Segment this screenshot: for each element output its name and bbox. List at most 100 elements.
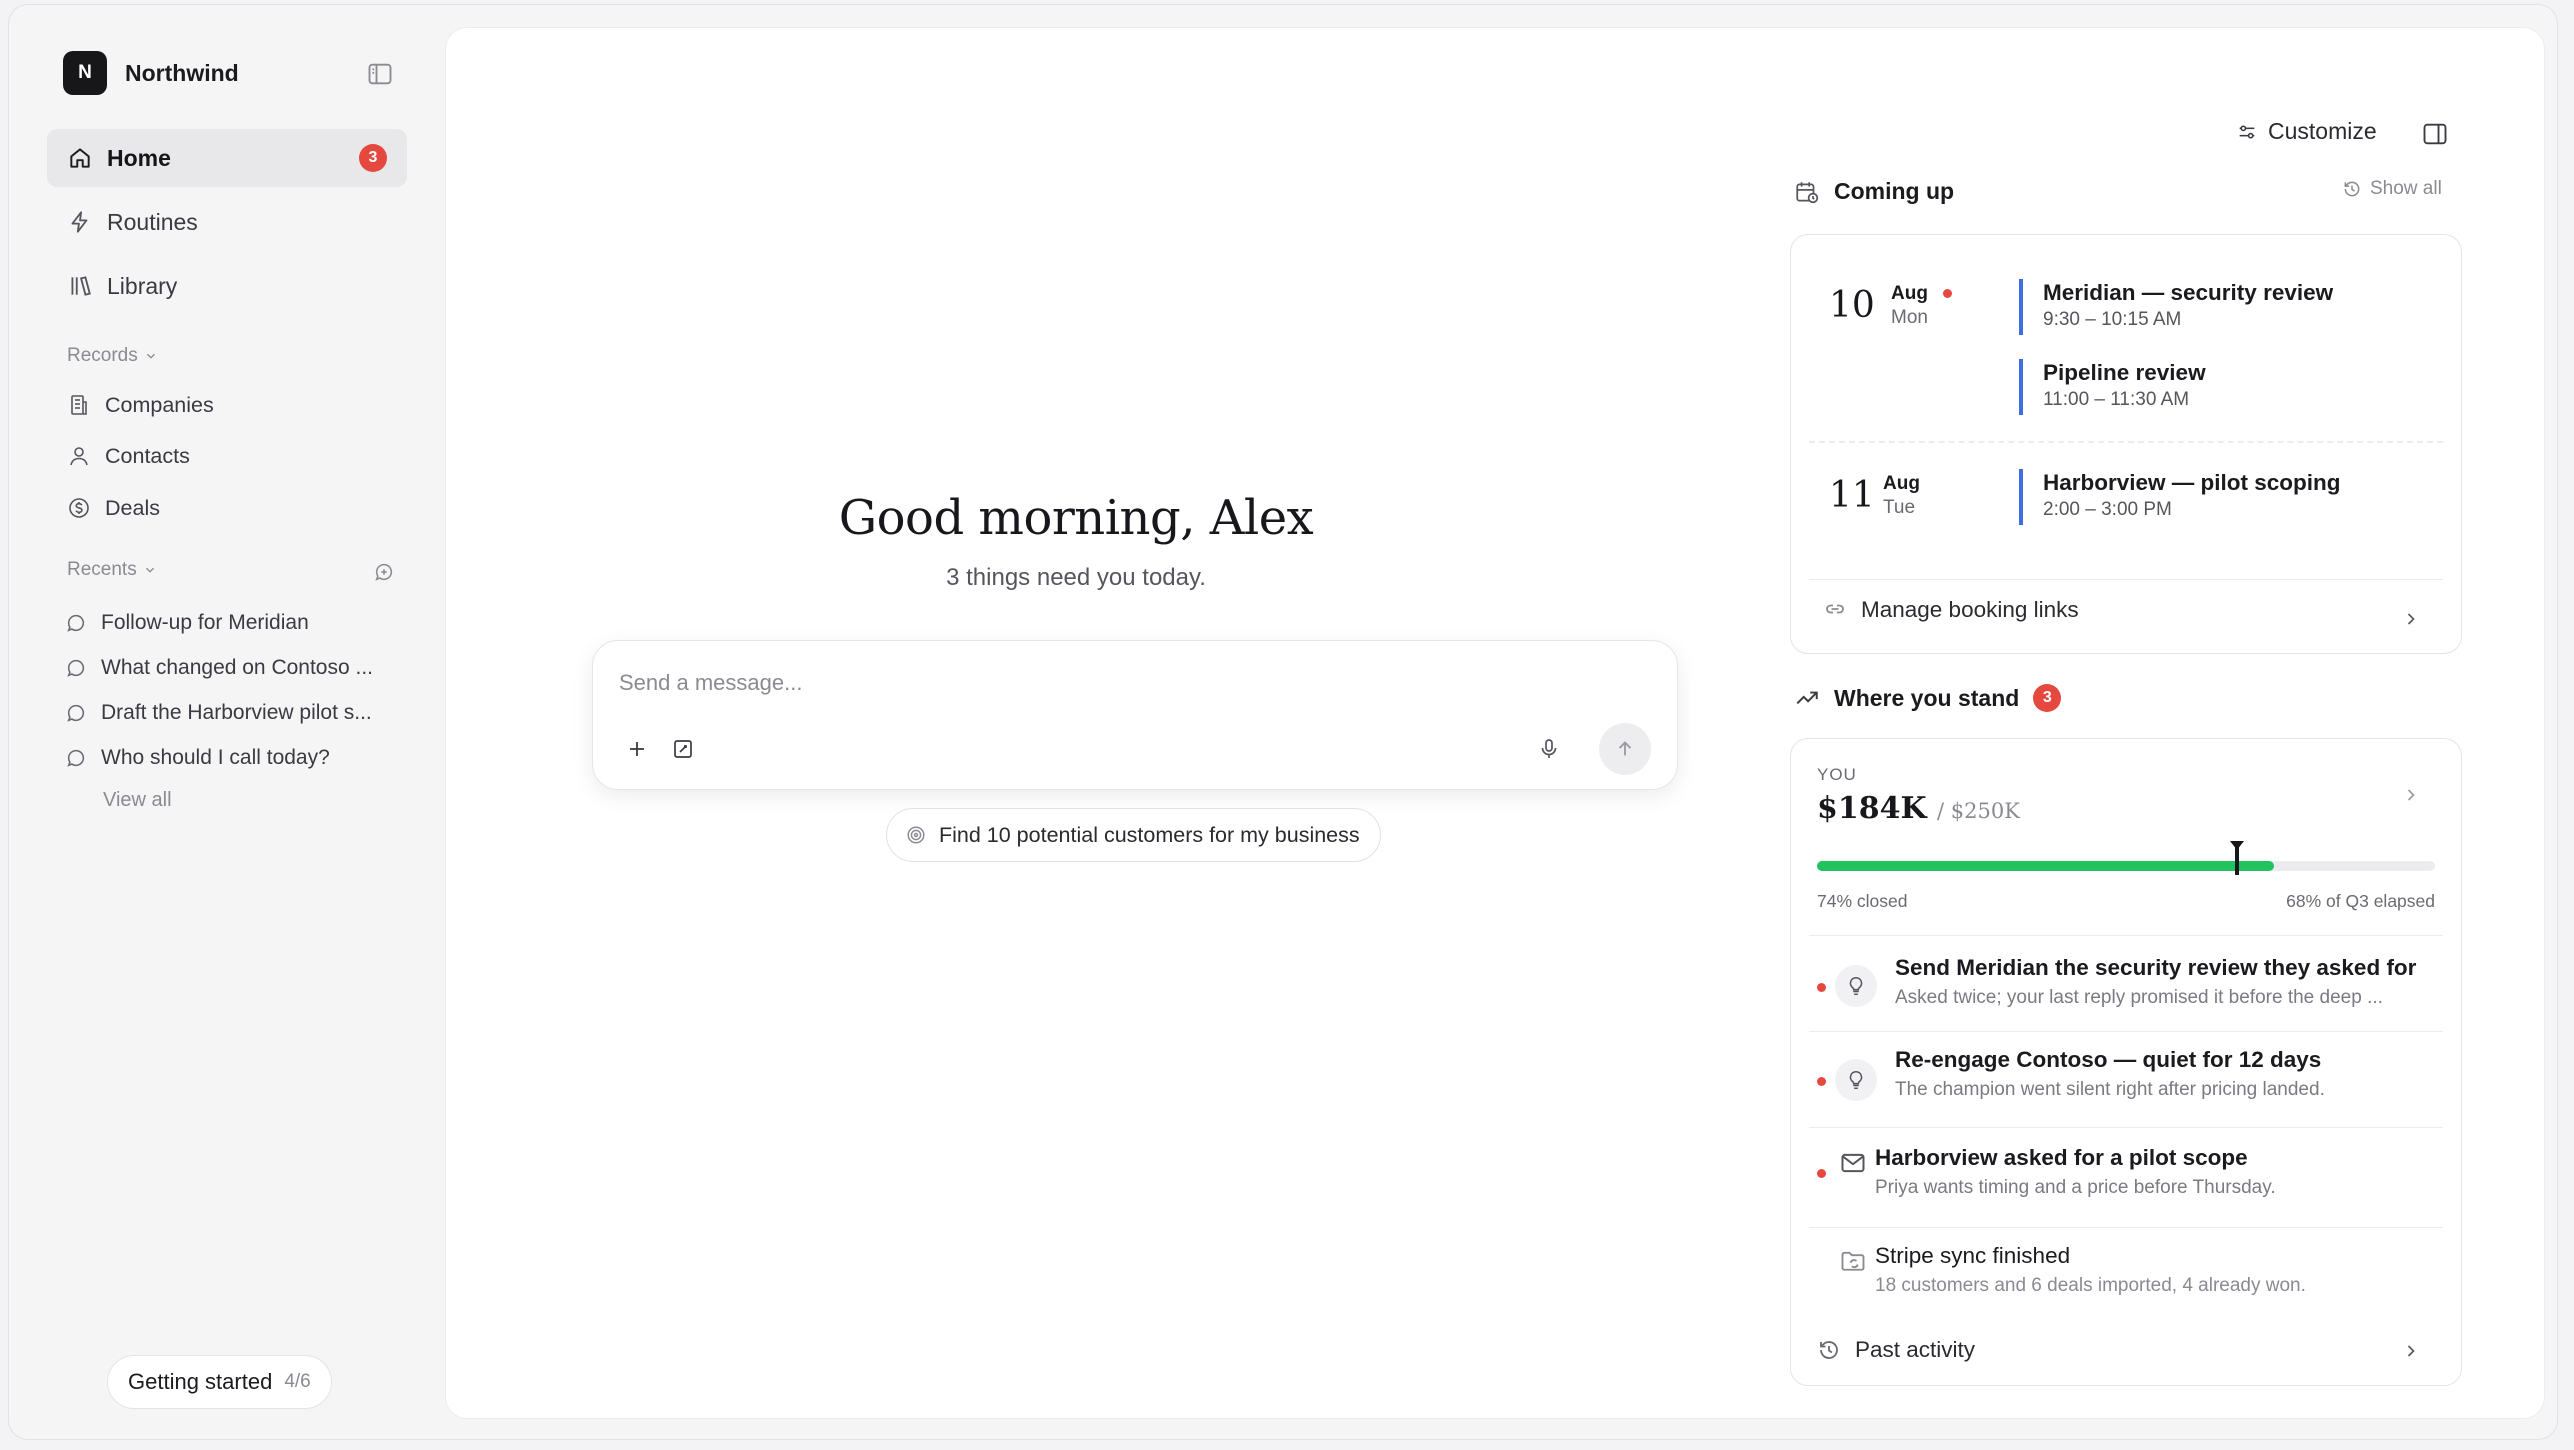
records-section-toggle[interactable]: Records [67, 345, 158, 367]
message-composer [592, 640, 1678, 790]
send-button[interactable] [1599, 723, 1651, 775]
arrow-up-icon [1618, 741, 1632, 756]
quota-target: / $250K [1937, 799, 2020, 823]
show-all-link[interactable]: Show all [2342, 178, 2442, 200]
link-icon [1826, 604, 1844, 614]
suggestion-chip[interactable]: Find 10 potential customers for my busin… [886, 808, 1381, 862]
main-nav: Home 3 Routines Library [47, 129, 407, 321]
activity-title: Send Meridian the security review they a… [1895, 955, 2417, 980]
greeting-heading: Good morning, Alex [838, 490, 1314, 546]
day-number: 11 [1829, 475, 1875, 516]
activity-item[interactable]: Harborview asked for a pilot scope Priya… [1791, 1127, 2461, 1223]
customize-label: Customize [2268, 118, 2377, 144]
suggestion-text: Find 10 potential customers for my busin… [939, 822, 1360, 847]
chat-bubble-icon [67, 704, 85, 722]
message-input[interactable] [619, 665, 1599, 701]
nav-item-home[interactable]: Home 3 [47, 129, 407, 187]
chevron-down-icon [145, 567, 154, 573]
history-icon [1820, 1341, 1838, 1359]
records-item-contacts[interactable]: Contacts [67, 436, 190, 476]
recents-section-toggle[interactable]: Recents [67, 559, 157, 581]
recent-chat-item[interactable]: Follow-up for Meridian [65, 605, 405, 641]
where-you-stand-heading: Where you stand 3 [1794, 684, 2062, 712]
day-number: 10 [1829, 285, 1875, 326]
past-activity-label: Past activity [1855, 1337, 1976, 1362]
main-content: Good morning, Alex 3 things need you tod… [445, 27, 2545, 1419]
add-attachment-icon[interactable] [619, 731, 655, 767]
past-activity-button[interactable]: Past activity [1817, 1337, 1975, 1363]
calendar-event[interactable]: Meridian — security review 9:30 – 10:15 … [2019, 279, 2333, 335]
compose-tool-icon[interactable] [665, 731, 701, 767]
unread-dot [1817, 983, 1826, 992]
nav-label: Routines [107, 208, 198, 235]
customize-button[interactable]: Customize [2236, 118, 2377, 145]
closed-amount: $184K [1817, 791, 1927, 826]
event-time: 2:00 – 3:00 PM [2043, 499, 2172, 520]
event-time: 11:00 – 11:30 AM [2043, 389, 2190, 410]
closed-percent-label: 74% closed [1817, 891, 1908, 911]
quota-summary[interactable]: YOU $184K / $250K 74% closed 68% of Q3 e… [1791, 739, 2461, 931]
getting-started-label: Getting started [128, 1369, 273, 1394]
history-icon [2344, 181, 2360, 197]
day-weekday: Mon [1891, 307, 1928, 328]
getting-started-button[interactable]: Getting started 4/6 [107, 1355, 332, 1409]
recent-chat-title: What changed on Contoso ... [101, 656, 374, 679]
past-activity-row[interactable]: Past activity [1791, 1317, 2461, 1385]
records-item-label: Deals [105, 495, 160, 520]
records-item-label: Companies [105, 392, 214, 417]
manage-booking-links-button[interactable]: Manage booking links [1823, 597, 2079, 623]
calendar-clock-icon [1796, 181, 1819, 203]
recent-chat-item[interactable]: What changed on Contoso ... [65, 650, 405, 686]
new-chat-icon[interactable] [373, 561, 395, 583]
records-item-label: Contacts [105, 443, 190, 468]
sidebar: N Northwind Home 3 Routines Library Reco… [9, 5, 445, 1439]
calendar-event[interactable]: Pipeline review 11:00 – 11:30 AM [2019, 359, 2206, 415]
event-title: Harborview — pilot scoping [2043, 470, 2341, 495]
records-item-companies[interactable]: Companies [67, 385, 214, 425]
recents-view-all-link[interactable]: View all [103, 789, 172, 812]
notification-badge: 3 [359, 144, 387, 172]
chat-bubble-icon [67, 659, 85, 677]
workspace-name: Northwind [125, 59, 239, 86]
calendar-event[interactable]: Harborview — pilot scoping 2:00 – 3:00 P… [2019, 469, 2341, 525]
sidebar-toggle-icon[interactable] [366, 60, 394, 88]
activity-description: 18 customers and 6 deals imported, 4 alr… [1875, 1275, 2306, 1296]
manage-booking-links-label: Manage booking links [1861, 597, 2079, 622]
workspace-logo: N [63, 51, 107, 95]
unread-dot [1817, 1077, 1826, 1086]
building-icon [71, 395, 87, 415]
trending-up-icon [1796, 691, 1818, 705]
show-all-label: Show all [2370, 178, 2442, 199]
where-you-stand-card: YOU $184K / $250K 74% closed 68% of Q3 e… [1790, 738, 2462, 1386]
lightbulb-icon [1835, 965, 1877, 1007]
nav-item-library[interactable]: Library [47, 257, 407, 315]
home-icon [70, 148, 90, 168]
calendar-card: 10 Aug Mon Meridian — security review 9:… [1790, 234, 2462, 654]
recent-chat-item[interactable]: Who should I call today? [65, 740, 405, 776]
quota-amount: $184K / $250K [1817, 791, 2020, 826]
records-item-deals[interactable]: Deals [67, 488, 160, 528]
section-title: Coming up [1834, 178, 1955, 204]
workspace-switcher[interactable]: N Northwind [63, 51, 239, 95]
recent-chat-title: Draft the Harborview pilot s... [101, 701, 372, 724]
recent-chat-title: Who should I call today? [101, 746, 330, 769]
chevron-right-icon [2407, 613, 2415, 625]
chevron-right-icon [2407, 789, 2415, 801]
activity-title: Re-engage Contoso — quiet for 12 days [1895, 1047, 2322, 1072]
target-icon [907, 826, 925, 844]
activity-description: Asked twice; your last reply promised it… [1895, 987, 2383, 1008]
activity-title: Stripe sync finished [1875, 1243, 2071, 1268]
recent-chat-item[interactable]: Draft the Harborview pilot s... [65, 695, 405, 731]
nav-item-routines[interactable]: Routines [47, 193, 407, 251]
chevron-down-icon [146, 353, 155, 359]
unread-dot [1817, 1169, 1826, 1178]
library-icon [71, 276, 91, 296]
quota-owner-label: YOU [1817, 765, 1857, 784]
nav-label: Library [107, 272, 178, 299]
microphone-icon[interactable] [1531, 731, 1567, 767]
activity-item[interactable]: Send Meridian the security review they a… [1791, 935, 2461, 1031]
right-panel-toggle-icon[interactable] [2421, 120, 2449, 148]
event-time: 9:30 – 10:15 AM [2043, 309, 2182, 330]
activity-item[interactable]: Re-engage Contoso — quiet for 12 days Th… [1791, 1029, 2461, 1125]
activity-item[interactable]: Stripe sync finished 18 customers and 6 … [1791, 1227, 2461, 1323]
